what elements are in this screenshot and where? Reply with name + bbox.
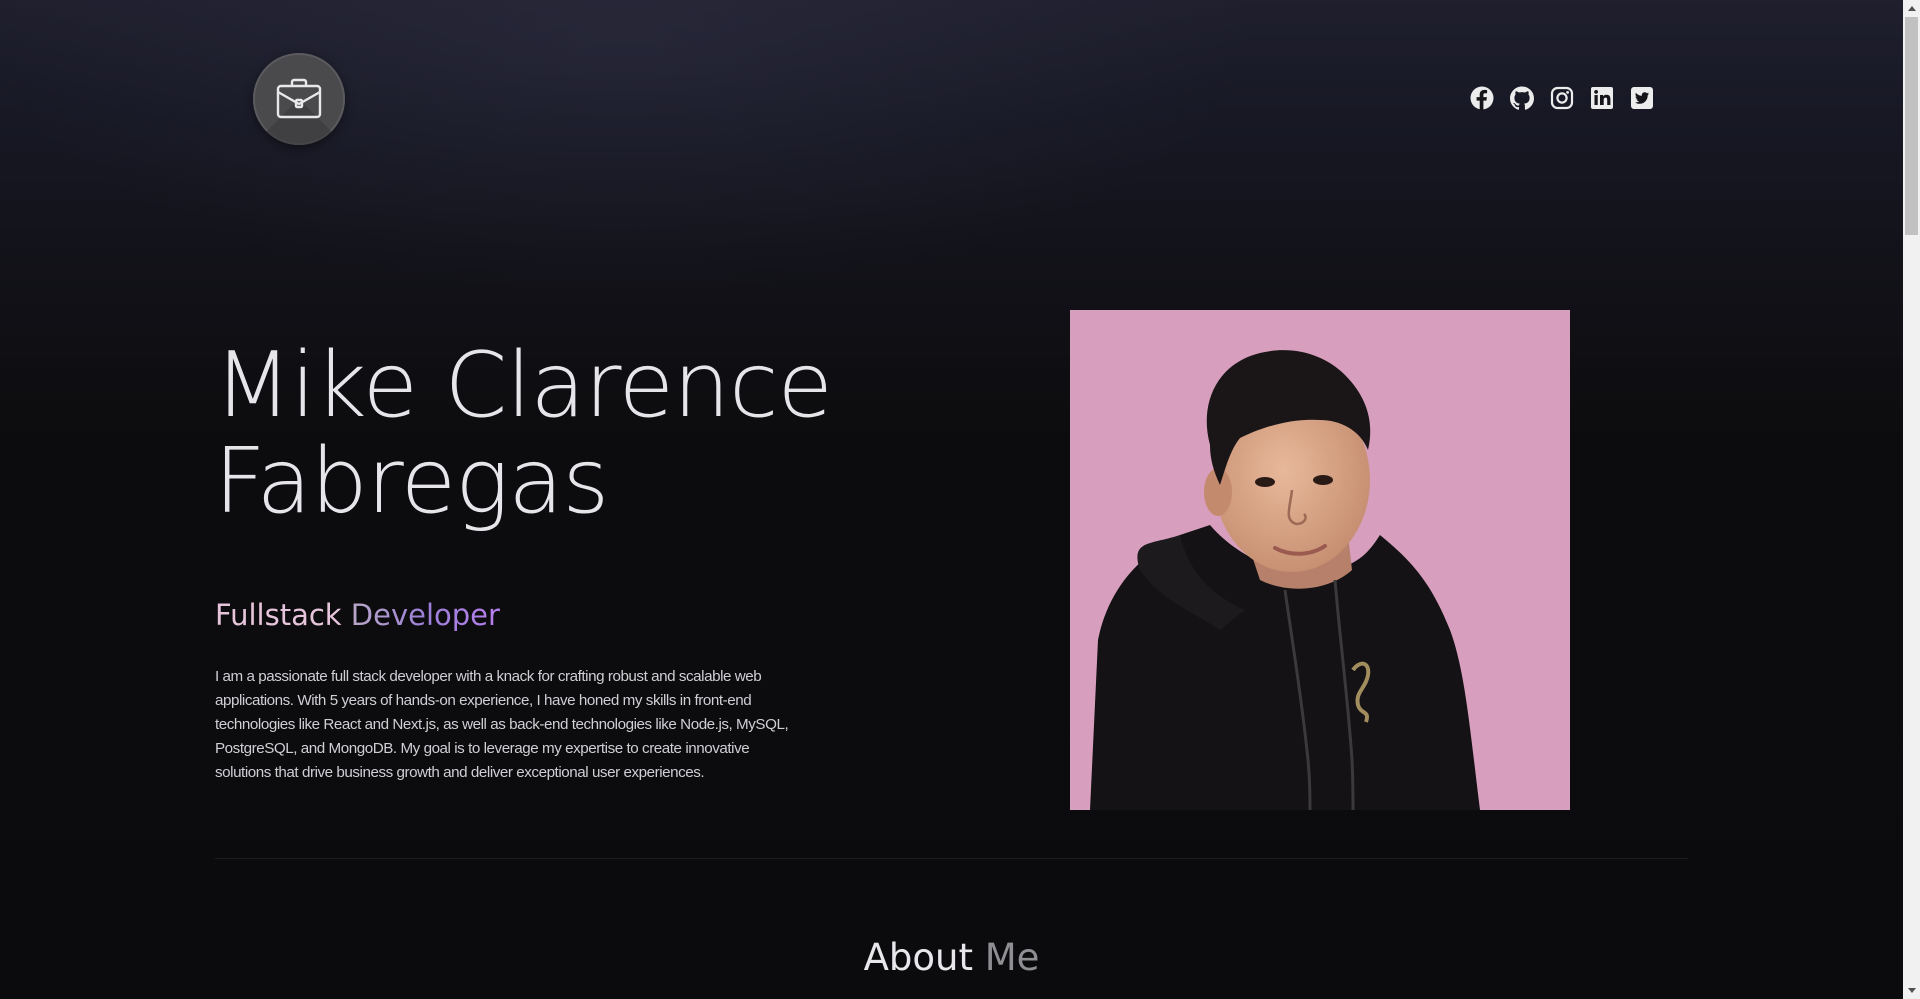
instagram-link[interactable]: [1550, 86, 1574, 110]
scroll-down-button[interactable]: [1903, 982, 1920, 999]
about-title: About Me: [0, 936, 1903, 980]
page: Mike Clarence Fabregas Fullstack Develop…: [0, 0, 1903, 999]
social-links: [1470, 86, 1654, 110]
scrollbar[interactable]: [1903, 0, 1920, 999]
hero-name-line1: Mike Clarence: [214, 333, 833, 438]
hero-bio: I am a passionate full stack developer w…: [215, 668, 789, 781]
arrow-up-icon: [1907, 6, 1916, 11]
briefcase-icon: [276, 78, 322, 119]
profile-photo: [1070, 310, 1570, 810]
hero-name: Mike Clarence Fabregas: [214, 338, 914, 530]
role-word-developer: Developer: [350, 598, 500, 632]
scroll-up-button[interactable]: [1903, 0, 1920, 17]
about-title-word1: About: [863, 936, 973, 979]
logo-button[interactable]: [253, 53, 345, 145]
section-divider: [215, 858, 1688, 859]
arrow-down-icon: [1907, 988, 1916, 993]
twitter-icon: [1631, 87, 1653, 109]
github-link[interactable]: [1510, 86, 1534, 110]
facebook-link[interactable]: [1470, 86, 1494, 110]
linkedin-link[interactable]: [1590, 86, 1614, 110]
about-title-word2: Me: [984, 936, 1040, 979]
hero-role: Fullstack Developer: [215, 595, 500, 635]
hero-name-line2: Fabregas: [214, 429, 609, 534]
instagram-icon: [1550, 86, 1574, 110]
linkedin-icon: [1591, 87, 1613, 109]
twitter-link[interactable]: [1630, 86, 1654, 110]
facebook-icon: [1470, 86, 1494, 110]
role-word-fullstack: Fullstack: [215, 598, 342, 632]
github-icon: [1510, 86, 1534, 110]
scrollbar-thumb[interactable]: [1905, 17, 1918, 235]
